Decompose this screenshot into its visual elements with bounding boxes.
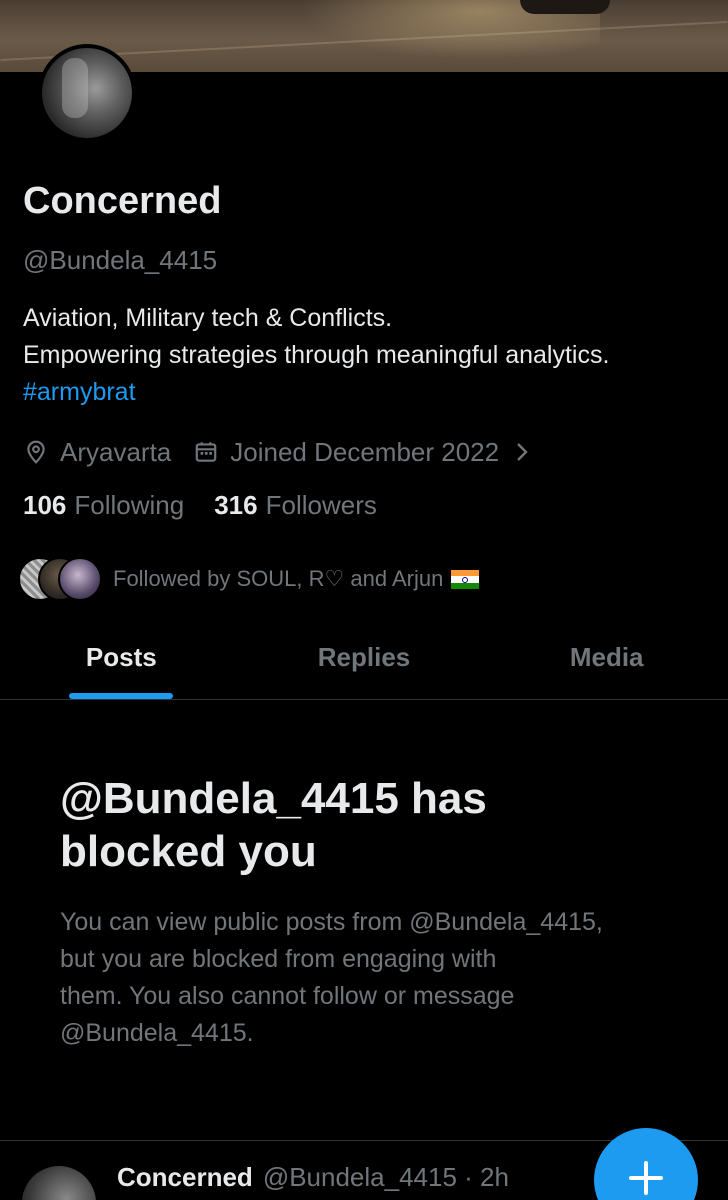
blocked-title-line: blocked you (60, 827, 317, 876)
post-header: Concerned @Bundela_4415 · 2h (117, 1162, 509, 1193)
joined-item[interactable]: Joined December 2022 (193, 437, 529, 468)
followers-count: 316 (214, 490, 258, 520)
location-pin-icon (23, 439, 49, 465)
avatar-detail (62, 58, 88, 118)
blocked-description-line: @Bundela_4415. (60, 1019, 254, 1047)
blocked-description-line: them. You also cannot follow or message (60, 982, 515, 1010)
tab-posts[interactable]: Posts (0, 620, 243, 699)
tab-label: Media (569, 642, 644, 672)
tab-label: Posts (85, 642, 157, 672)
profile-screen: Concerned @Bundela_4415 Aviation, Milita… (0, 0, 728, 1200)
location-text: Aryavarta (60, 436, 172, 467)
blocked-title-line: @Bundela_4415 has (60, 774, 487, 823)
profile-display-name: Concerned (23, 180, 222, 222)
india-flag-icon (451, 569, 480, 589)
bio-hashtag-link[interactable]: #armybrat (23, 374, 713, 411)
tab-label: Replies (317, 642, 411, 672)
chevron-right-icon[interactable] (515, 441, 529, 463)
profile-bio: Aviation, Military tech & Conflicts. Emp… (23, 300, 713, 411)
active-tab-indicator (69, 693, 174, 699)
bio-line: Aviation, Military tech & Conflicts. (23, 304, 393, 332)
followers-link[interactable]: 316 Followers (214, 490, 377, 521)
joined-text: Joined December 2022 (230, 436, 500, 467)
profile-stats: 106 Following 316 Followers (23, 490, 377, 521)
blocked-description: You can view public posts from @Bundela_… (60, 904, 690, 1052)
compose-post-button[interactable] (594, 1128, 698, 1200)
calendar-icon (193, 439, 219, 465)
post-handle-time: @Bundela_4415 · 2h (262, 1162, 509, 1192)
post-author-name[interactable]: Concerned (117, 1162, 253, 1193)
tab-replies[interactable]: Replies (243, 620, 486, 699)
followed-by-text: Followed by SOUL, R♡ and Arjun (113, 566, 444, 591)
followed-by-text-wrap: Followed by SOUL, R♡ and Arjun (113, 566, 480, 592)
profile-meta: Aryavarta Joined December 2022 (23, 432, 529, 472)
blocked-description-line: You can view public posts from @Bundela_… (60, 908, 603, 936)
tab-media[interactable]: Media (485, 620, 728, 699)
avatar (58, 557, 102, 601)
bio-line: Empowering strategies through meaningful… (23, 341, 610, 369)
blocked-description-line: but you are blocked from engaging with (60, 945, 497, 973)
following-label: Following (74, 490, 185, 520)
following-count: 106 (23, 490, 67, 520)
followed-by-avatars (18, 557, 104, 601)
post-avatar[interactable] (22, 1166, 96, 1200)
profile-handle: @Bundela_4415 (23, 245, 218, 275)
profile-avatar[interactable] (38, 44, 136, 142)
following-link[interactable]: 106 Following (23, 490, 184, 521)
blocked-title: @Bundela_4415 has blocked you (60, 772, 680, 878)
followers-label: Followers (265, 490, 377, 520)
followed-by-row[interactable]: Followed by SOUL, R♡ and Arjun (18, 557, 480, 601)
location-item: Aryavarta (23, 437, 171, 468)
plus-icon (626, 1158, 666, 1200)
banner-wheel (520, 0, 610, 14)
profile-tabs: Posts Replies Media (0, 620, 728, 700)
